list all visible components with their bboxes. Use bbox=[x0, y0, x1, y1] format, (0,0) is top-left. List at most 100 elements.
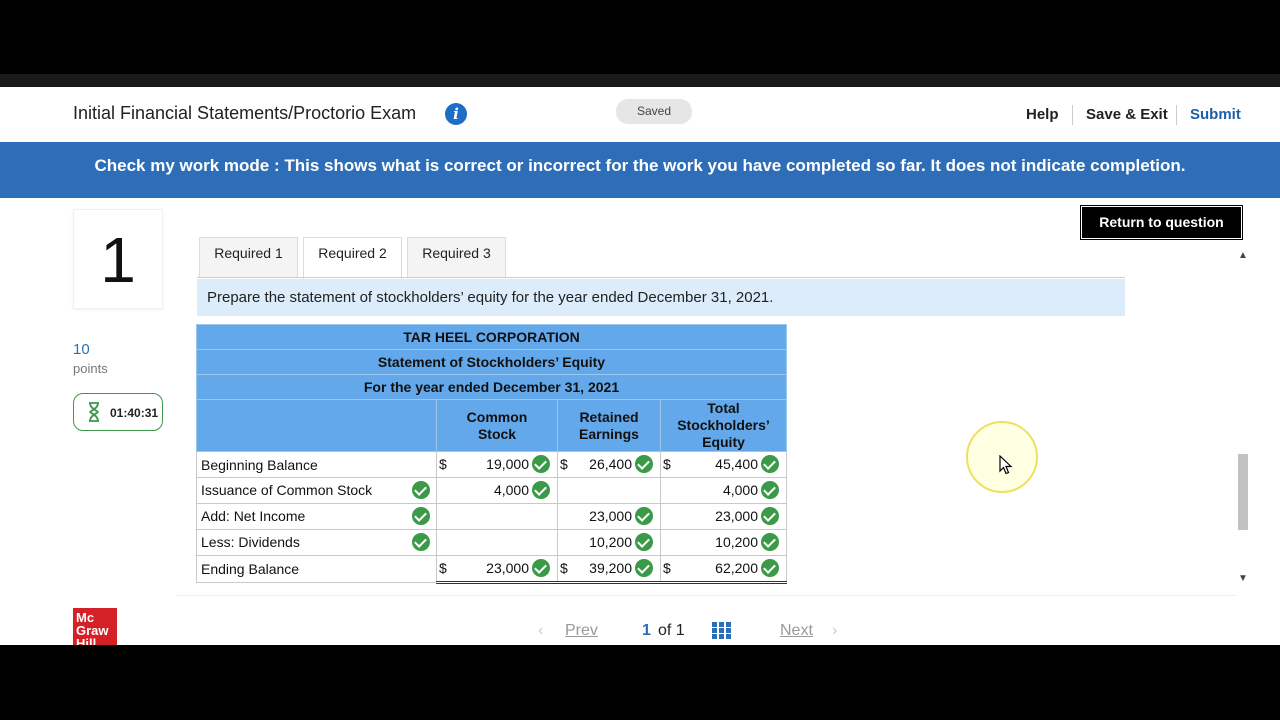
check-icon bbox=[635, 455, 653, 473]
footer-divider bbox=[176, 595, 1236, 596]
tab-required-2[interactable]: Required 2 bbox=[303, 237, 402, 279]
table-header-period: For the year ended December 31, 2021 bbox=[196, 374, 787, 400]
current-page[interactable]: 1 bbox=[642, 622, 651, 640]
row-label: Issuance of Common Stock bbox=[201, 482, 373, 498]
chevron-left-icon[interactable]: ‹ bbox=[538, 622, 543, 640]
issuance-common-input[interactable]: 4,000 bbox=[436, 477, 558, 504]
table-row: Beginning Balance $ 19,000 $ 26,400 $ 45… bbox=[196, 451, 787, 478]
exam-page: Initial Financial Statements/Proctorio E… bbox=[0, 87, 1280, 645]
save-exit-link[interactable]: Save & Exit bbox=[1086, 106, 1168, 123]
mcgraw-hill-logo: Mc Graw Hill bbox=[73, 608, 117, 645]
next-button[interactable]: Next bbox=[780, 622, 813, 640]
timer-value: 01:40:31 bbox=[110, 406, 159, 420]
info-icon[interactable]: i bbox=[445, 103, 467, 125]
net-income-common-input[interactable] bbox=[436, 503, 558, 530]
cell-value: 39,200 bbox=[589, 560, 632, 576]
row-label-cell[interactable]: Less: Dividends bbox=[196, 529, 437, 556]
saved-badge: Saved bbox=[616, 99, 692, 124]
help-link[interactable]: Help bbox=[1026, 106, 1059, 123]
beginning-common-input[interactable]: $ 19,000 bbox=[436, 451, 558, 478]
dollar-sign: $ bbox=[663, 560, 671, 576]
ending-retained-input[interactable]: $ 39,200 bbox=[557, 555, 661, 584]
issuance-retained-input[interactable] bbox=[557, 477, 661, 504]
cell-value: 23,000 bbox=[589, 508, 632, 524]
cell-value: 26,400 bbox=[589, 456, 632, 472]
blank-header bbox=[196, 399, 437, 452]
scroll-up-icon[interactable]: ▲ bbox=[1238, 250, 1248, 261]
cell-value: 23,000 bbox=[486, 560, 529, 576]
scroll-down-icon[interactable]: ▼ bbox=[1238, 573, 1248, 584]
timer: 01:40:31 bbox=[73, 393, 163, 431]
cell-value: 23,000 bbox=[715, 508, 758, 524]
cell-value: 62,200 bbox=[715, 560, 758, 576]
cell-value: 19,000 bbox=[486, 456, 529, 472]
dollar-sign: $ bbox=[560, 560, 568, 576]
dollar-sign: $ bbox=[663, 456, 671, 472]
hourglass-icon bbox=[89, 402, 99, 422]
dollar-sign: $ bbox=[439, 560, 447, 576]
ending-total-input[interactable]: $ 62,200 bbox=[660, 555, 787, 584]
dividends-retained-input[interactable]: 10,200 bbox=[557, 529, 661, 556]
cell-value: 4,000 bbox=[493, 482, 529, 498]
tab-divider bbox=[197, 277, 1125, 278]
row-label: Beginning Balance bbox=[196, 451, 437, 478]
nav-divider bbox=[1072, 105, 1073, 125]
row-label-cell[interactable]: Issuance of Common Stock bbox=[196, 477, 437, 504]
question-number: 1 bbox=[73, 209, 163, 309]
stockholders-equity-table: TAR HEEL CORPORATION Statement of Stockh… bbox=[196, 324, 787, 584]
cell-value: 45,400 bbox=[715, 456, 758, 472]
table-row: Issuance of Common Stock 4,000 4,000 bbox=[196, 477, 787, 504]
row-label-cell[interactable]: Add: Net Income bbox=[196, 503, 437, 530]
ending-common-input[interactable]: $ 23,000 bbox=[436, 555, 558, 584]
check-icon bbox=[761, 559, 779, 577]
page-title: Initial Financial Statements/Proctorio E… bbox=[73, 103, 417, 123]
chevron-right-icon[interactable]: › bbox=[832, 622, 837, 640]
col-retained-earnings: Retained Earnings bbox=[557, 399, 661, 452]
check-icon bbox=[635, 533, 653, 551]
points-label: points bbox=[73, 361, 108, 376]
check-icon bbox=[761, 481, 779, 499]
tab-required-1[interactable]: Required 1 bbox=[199, 237, 298, 278]
beginning-total-input[interactable]: $ 45,400 bbox=[660, 451, 787, 478]
check-icon bbox=[412, 481, 430, 499]
row-label: Add: Net Income bbox=[201, 508, 306, 524]
content-scrollbar[interactable]: ▲ ▼ bbox=[1235, 247, 1251, 587]
dividends-common-input[interactable] bbox=[436, 529, 558, 556]
statement-period: For the year ended December 31, 2021 bbox=[196, 374, 787, 400]
col-total-equity: Total Stockholders’ Equity bbox=[660, 399, 787, 452]
cell-value: 10,200 bbox=[589, 534, 632, 550]
net-income-retained-input[interactable]: 23,000 bbox=[557, 503, 661, 530]
table-header-statement: Statement of Stockholders’ Equity bbox=[196, 349, 787, 375]
cell-value: 10,200 bbox=[715, 534, 758, 550]
column-headers: Common Stock Retained Earnings Total Sto… bbox=[196, 399, 787, 452]
header: Initial Financial Statements/Proctorio E… bbox=[0, 87, 1280, 142]
scroll-thumb[interactable] bbox=[1238, 454, 1248, 530]
grid-icon[interactable] bbox=[712, 622, 732, 640]
dollar-sign: $ bbox=[439, 456, 447, 472]
check-icon bbox=[532, 455, 550, 473]
check-icon bbox=[635, 507, 653, 525]
check-icon bbox=[412, 533, 430, 551]
table-row: Add: Net Income 23,000 23,000 bbox=[196, 503, 787, 530]
dollar-sign: $ bbox=[560, 456, 568, 472]
col-common-stock: Common Stock bbox=[436, 399, 558, 452]
cell-value: 4,000 bbox=[722, 482, 758, 498]
net-income-total-input[interactable]: 23,000 bbox=[660, 503, 787, 530]
page-of: of 1 bbox=[658, 622, 685, 639]
check-icon bbox=[412, 507, 430, 525]
check-icon bbox=[635, 559, 653, 577]
mouse-pointer-icon bbox=[999, 455, 1013, 475]
prev-button[interactable]: Prev bbox=[565, 622, 598, 640]
submit-link[interactable]: Submit bbox=[1190, 106, 1241, 123]
return-to-question-button[interactable]: Return to question bbox=[1080, 205, 1243, 240]
tab-required-3[interactable]: Required 3 bbox=[407, 237, 506, 278]
points-value: 10 bbox=[73, 341, 90, 358]
beginning-retained-input[interactable]: $ 26,400 bbox=[557, 451, 661, 478]
instructions: Prepare the statement of stockholders’ e… bbox=[197, 279, 1125, 316]
check-icon bbox=[761, 533, 779, 551]
check-icon bbox=[532, 481, 550, 499]
issuance-total-input[interactable]: 4,000 bbox=[660, 477, 787, 504]
table-row: Ending Balance $ 23,000 $ 39,200 $ 62,20… bbox=[196, 555, 787, 584]
dividends-total-input[interactable]: 10,200 bbox=[660, 529, 787, 556]
row-label: Less: Dividends bbox=[201, 534, 300, 550]
